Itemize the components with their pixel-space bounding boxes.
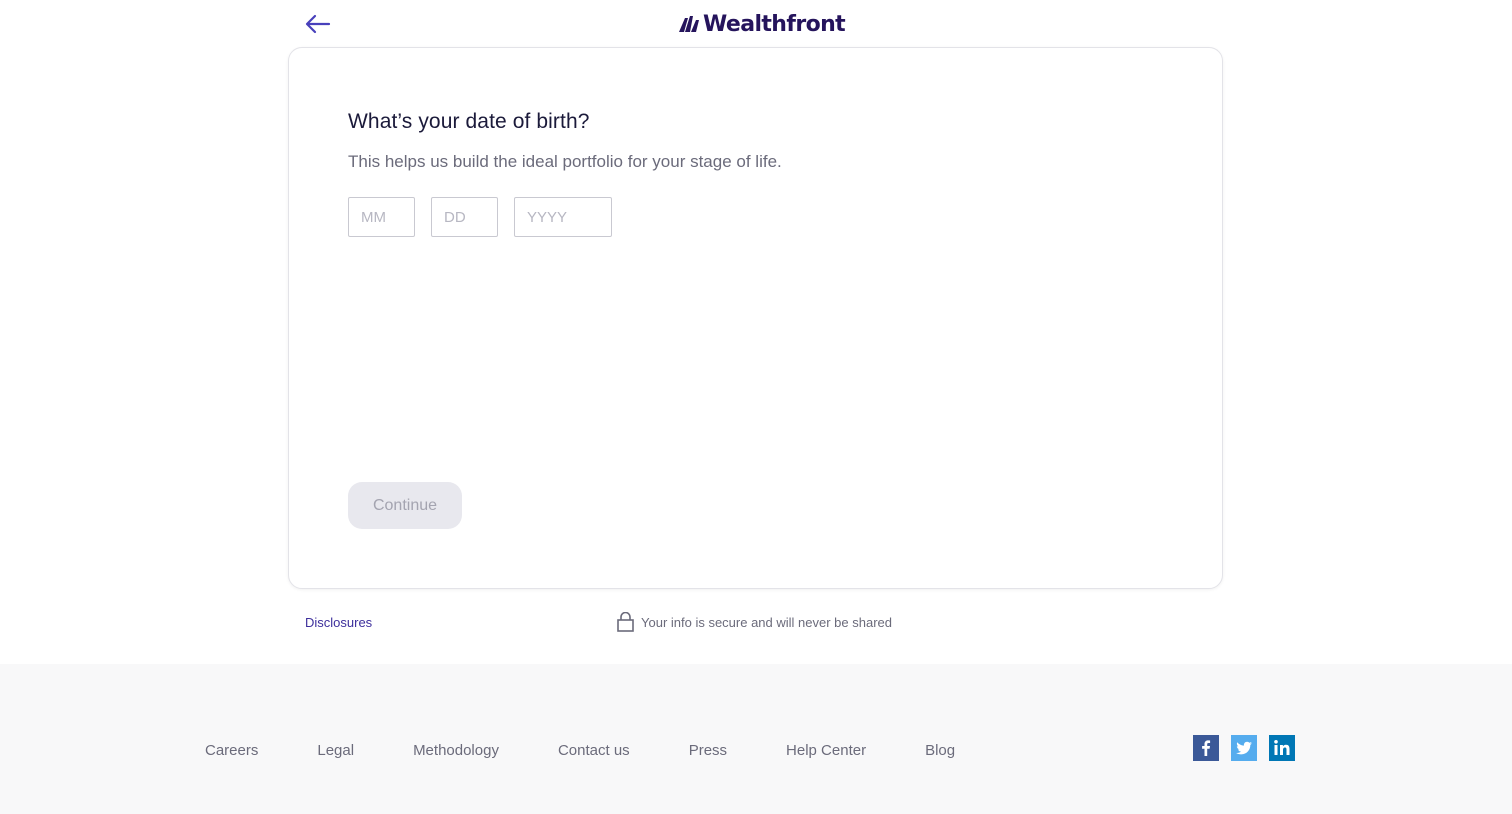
footer-link-help-center[interactable]: Help Center — [786, 742, 866, 759]
social-links — [1193, 735, 1295, 761]
dob-card: What’s your date of birth? This helps us… — [288, 47, 1223, 589]
footer-link-blog[interactable]: Blog — [925, 742, 955, 759]
signup-page: Wealthfront What’s your date of birth? T… — [0, 0, 1512, 814]
wealthfront-mark-icon — [679, 16, 699, 32]
twitter-icon — [1231, 735, 1257, 761]
back-button[interactable] — [302, 8, 334, 40]
footer-link-methodology[interactable]: Methodology — [413, 742, 499, 759]
wealthfront-logo[interactable]: Wealthfront — [679, 10, 846, 38]
arrow-left-icon — [305, 14, 331, 34]
footer-link-contact-us[interactable]: Contact us — [558, 742, 630, 759]
dob-day-input[interactable] — [431, 197, 498, 237]
linkedin-link[interactable] — [1269, 735, 1295, 761]
question-title: What’s your date of birth? — [348, 110, 590, 133]
header: Wealthfront — [0, 0, 1512, 48]
facebook-icon — [1193, 735, 1219, 761]
dob-fields — [348, 197, 612, 237]
logo-text: Wealthfront — [703, 11, 846, 37]
facebook-link[interactable] — [1193, 735, 1219, 761]
disclosures-link[interactable]: Disclosures — [305, 615, 372, 630]
footer-link-press[interactable]: Press — [689, 742, 727, 759]
footer-link-careers[interactable]: Careers — [205, 742, 258, 759]
footer-link-legal[interactable]: Legal — [317, 742, 354, 759]
question-subtitle: This helps us build the ideal portfolio … — [348, 152, 782, 171]
secure-note: Your info is secure and will never be sh… — [617, 612, 892, 632]
dob-year-input[interactable] — [514, 197, 612, 237]
continue-button[interactable]: Continue — [348, 482, 462, 529]
dob-month-input[interactable] — [348, 197, 415, 237]
footer: Careers Legal Methodology Contact us Pre… — [0, 664, 1512, 814]
linkedin-icon — [1269, 735, 1295, 761]
lock-icon — [617, 612, 634, 632]
twitter-link[interactable] — [1231, 735, 1257, 761]
secure-text: Your info is secure and will never be sh… — [641, 614, 892, 630]
footer-nav: Careers Legal Methodology Contact us Pre… — [205, 742, 1014, 759]
